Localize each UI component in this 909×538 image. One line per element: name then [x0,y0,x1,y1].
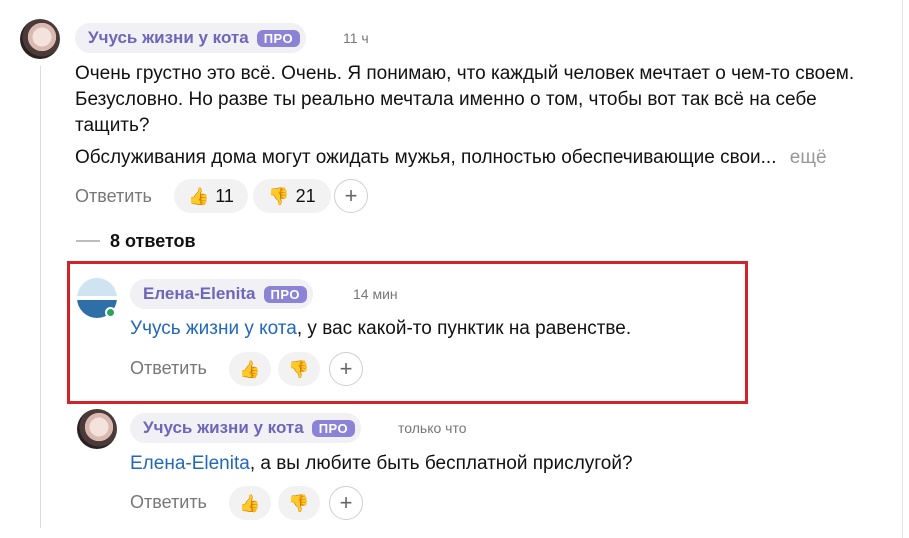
comment-text: Очень грустно это всё. Очень. Я понимаю,… [75,61,875,139]
mention-link[interactable]: Елена-Elenita [130,453,250,474]
like-button[interactable]: 👍 [229,352,271,386]
pro-badge: ПРО [256,29,301,47]
comment-time: 11 ч [343,30,369,46]
add-reaction-button[interactable]: + [329,486,363,520]
reply-body: , у вас какой-то пунктик на равенстве. [296,318,632,339]
author-name[interactable]: Учусь жизни у кота [143,418,304,438]
reply-button[interactable]: Ответить [130,358,207,379]
reply-text: Учусь жизни у кота, у вас какой-то пункт… [130,316,631,342]
thumbs-up-icon: 👍 [239,493,261,513]
thumbs-down-icon: 👎 [288,493,310,513]
dislike-count: 21 [295,185,316,206]
reply-button[interactable]: Ответить [75,186,152,207]
thumbs-down-icon: 👎 [268,186,290,206]
comment-time: 14 мин [353,286,398,302]
thread-line [40,66,41,528]
plus-icon: + [339,490,353,515]
expand-more-link[interactable]: ещё [790,147,827,168]
reply-body: , а вы любите быть бесплатной прислугой? [249,453,633,474]
like-button[interactable]: 👍 11 [174,179,248,213]
online-status-dot [105,307,116,318]
avatar[interactable] [77,409,117,449]
author-name[interactable]: Елена-Elenita [143,284,256,304]
pro-badge: ПРО [263,285,307,303]
dislike-button[interactable]: 👎 [278,352,320,386]
author-chip[interactable]: Учусь жизни у кота ПРО [130,413,362,443]
plus-icon: + [339,356,353,381]
dislike-button[interactable]: 👎 [278,486,320,520]
thumbs-up-icon: 👍 [188,186,210,206]
replies-toggle[interactable]: 8 ответов [110,231,196,252]
reply-button[interactable]: Ответить [130,492,207,513]
comment-paragraph: Очень грустно это всё. Очень. Я понимаю,… [75,63,855,136]
comment-time: только что [398,420,467,436]
comment-text-second: Обслуживания дома могут ожидать мужья, п… [75,145,885,171]
author-chip[interactable]: Елена-Elenita ПРО [130,279,313,309]
avatar[interactable] [20,19,60,59]
replies-divider [76,240,100,242]
reply-text: Елена-Elenita, а вы любите быть бесплатн… [130,451,633,477]
thumbs-down-icon: 👎 [288,359,310,379]
like-button[interactable]: 👍 [229,486,271,520]
add-reaction-button[interactable]: + [329,352,363,386]
add-reaction-button[interactable]: + [334,179,368,213]
like-count: 11 [215,185,234,206]
author-name[interactable]: Учусь жизни у кота [88,28,249,48]
divider [902,0,903,538]
plus-icon: + [344,183,358,208]
dislike-button[interactable]: 👎 21 [253,179,331,213]
author-chip[interactable]: Учусь жизни у кота ПРО [75,23,307,53]
mention-link[interactable]: Учусь жизни у кота [130,318,297,339]
thumbs-up-icon: 👍 [239,359,261,379]
comment-paragraph: Обслуживания дома могут ожидать мужья, п… [75,147,777,168]
pro-badge: ПРО [311,419,356,437]
